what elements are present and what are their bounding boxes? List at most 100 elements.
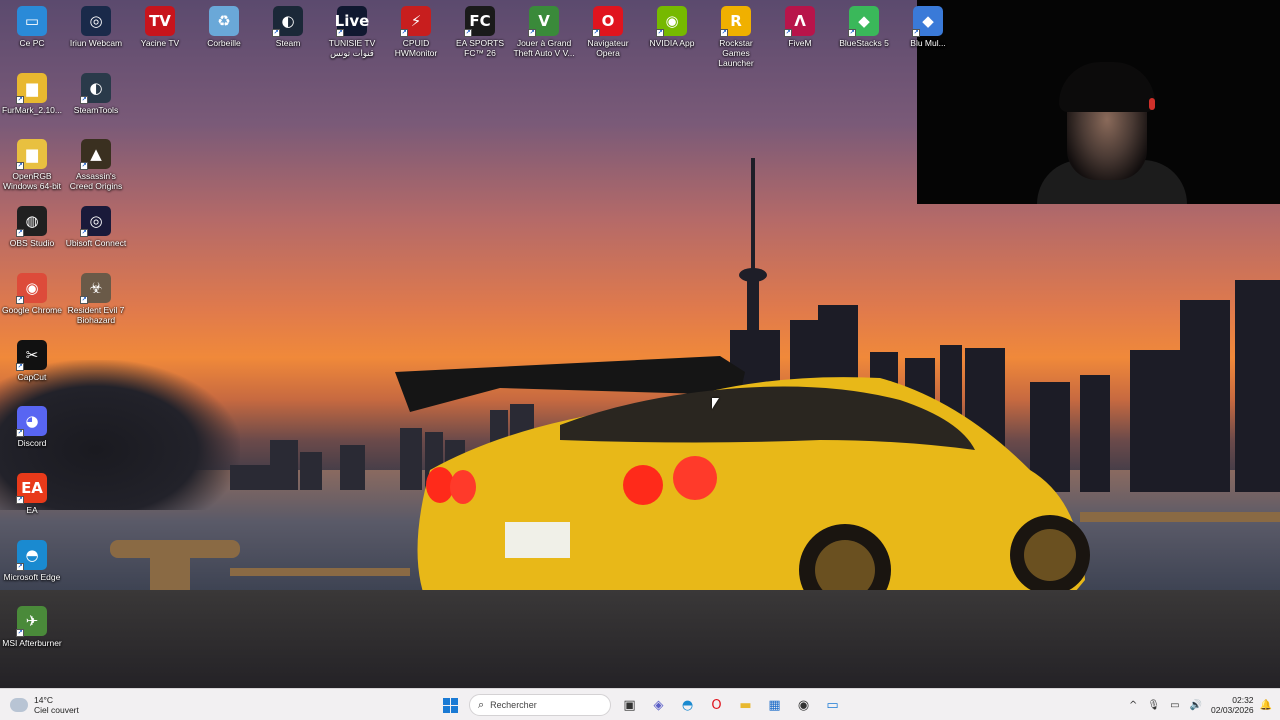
desktop-icon-label: Yacine TV	[140, 38, 180, 48]
shortcut-arrow-icon: ↗	[400, 29, 408, 37]
desktop-icon-corbeille[interactable]: ♻ Corbeille	[193, 2, 255, 48]
shortcut-arrow-icon: ↗	[16, 495, 24, 504]
desktop-icon-iriun-webcam[interactable]: ◎ Iriun Webcam	[65, 2, 127, 48]
desktop-icon-yacine-tv[interactable]: TV Yacine TV	[129, 2, 191, 48]
taskbar-microsoft-store-icon[interactable]: ▦	[762, 692, 788, 718]
desktop-icon-label: Iriun Webcam	[69, 38, 123, 48]
taskbar-search[interactable]: ⌕ Rechercher	[469, 694, 611, 716]
ea-sports-fc-icon: FC ↗	[464, 6, 495, 37]
webcam-overlay	[917, 0, 1280, 204]
msi-afterburner-icon: ✈ ↗	[16, 606, 47, 638]
desktop-icon-tunisie-tv[interactable]: Live ↗ TUNISIE TV قنوات تونس	[321, 2, 383, 58]
desktop-icon-label: Navigateur Opera	[587, 38, 629, 58]
notification-bell-icon[interactable]: 🔔	[1260, 700, 1272, 711]
desktop-icon-label: EA	[26, 504, 38, 515]
desktop-icon-ea[interactable]: EA ↗ EA	[1, 469, 63, 515]
shortcut-arrow-icon: ↗	[656, 29, 664, 37]
start-button[interactable]	[438, 692, 464, 718]
desktop-icon-label: NVIDIA App	[649, 38, 695, 48]
shortcut-arrow-icon: ↗	[16, 362, 24, 371]
corbeille-icon: ♻	[209, 6, 239, 36]
capcut-icon: ✂ ↗	[16, 339, 47, 371]
desktop-icon-ce-pc[interactable]: ▭ Ce PC	[1, 2, 63, 48]
search-placeholder: Rechercher	[490, 700, 537, 710]
shortcut-arrow-icon: ↗	[848, 29, 856, 37]
desktop-icon-google-chrome[interactable]: ◉ ↗ Google Chrome	[1, 269, 63, 315]
desktop-icon-label: Discord	[17, 438, 47, 449]
desktop-icon-label: Microsoft Edge	[3, 571, 61, 582]
shortcut-arrow-icon: ↗	[80, 229, 88, 238]
clock[interactable]: 02:32 02/03/2026	[1211, 695, 1254, 715]
desktop-icon-assassins-creed-origins[interactable]: ▲ ↗ Assassin's Creed Origins	[65, 135, 127, 191]
ubisoft-connect-icon: ◎ ↗	[80, 206, 111, 238]
cloud-icon	[10, 698, 28, 712]
wallpaper-road	[0, 590, 1280, 688]
windows-logo-icon	[443, 697, 458, 713]
desktop-icon-nvidia-app[interactable]: ◉ ↗ NVIDIA App	[641, 2, 703, 48]
shortcut-arrow-icon: ↗	[912, 29, 920, 37]
shortcut-arrow-icon: ↗	[784, 29, 792, 37]
taskbar: 14°C Ciel couvert ⌕ Rechercher ▣ ◈ ◓ O ▬ ▦ ◉ ▭ …	[0, 688, 1280, 720]
shortcut-arrow-icon: ↗	[16, 295, 24, 304]
desktop-icon-label: MSI Afterburner	[2, 638, 62, 649]
desktop-icon-discord[interactable]: ◕ ↗ Discord	[1, 402, 63, 448]
ea-icon: EA ↗	[16, 472, 47, 504]
desktop-icon-opera[interactable]: O ↗ Navigateur Opera	[577, 2, 639, 58]
desktop-icon-msi-afterburner[interactable]: ✈ ↗ MSI Afterburner	[1, 602, 63, 648]
shortcut-arrow-icon: ↗	[80, 95, 88, 104]
steamtools-icon: ◐ ↗	[80, 72, 111, 104]
furmark-icon: ▆ ↗	[16, 72, 47, 104]
taskbar-edge-icon[interactable]: ◓	[675, 692, 701, 718]
network-icon[interactable]: ▭	[1170, 700, 1179, 711]
shortcut-arrow-icon: ↗	[464, 29, 472, 37]
desktop-icon-ubisoft-connect[interactable]: ◎ ↗ Ubisoft Connect	[65, 202, 127, 248]
bluestacks-multi-icon: ◆ ↗	[912, 6, 943, 37]
shortcut-arrow-icon: ↗	[272, 29, 280, 37]
taskbar-chrome-recording-icon[interactable]: ◉	[791, 692, 817, 718]
gta-v-icon: V ↗	[528, 6, 559, 37]
desktop-icon-bluestacks[interactable]: ◆ ↗ BlueStacks 5	[833, 2, 895, 48]
weather-widget[interactable]: 14°C Ciel couvert	[10, 693, 79, 717]
desktop-icon-microsoft-edge[interactable]: ◓ ↗ Microsoft Edge	[1, 536, 63, 582]
desktop-icon-rockstar-launcher[interactable]: R ↗ Rockstar Games Launcher	[705, 2, 767, 68]
taskbar-teams-icon[interactable]: ◈	[646, 692, 672, 718]
fivem-icon: Λ ↗	[784, 6, 815, 37]
desktop-icon-bluestacks-multi[interactable]: ◆ ↗ Blu Mul...	[897, 2, 959, 48]
desktop-icon-label: Ubisoft Connect	[65, 238, 127, 249]
ce-pc-icon: ▭	[17, 6, 47, 36]
taskbar-file-explorer-icon[interactable]: ▬	[733, 692, 759, 718]
desktop-icon-label: FiveM	[788, 38, 812, 48]
shortcut-arrow-icon: ↗	[16, 162, 24, 171]
weather-temp: 14°C	[34, 695, 53, 705]
taskbar-center: ⌕ Rechercher ▣ ◈ ◓ O ▬ ▦ ◉ ▭	[436, 692, 847, 718]
shortcut-arrow-icon: ↗	[80, 295, 88, 304]
shortcut-arrow-icon: ↗	[16, 562, 24, 571]
desktop-icon-capcut[interactable]: ✂ ↗ CapCut	[1, 336, 63, 382]
desktop-icon-fivem[interactable]: Λ ↗ FiveM	[769, 2, 831, 48]
headset-light	[1149, 98, 1155, 110]
clock-date: 02/03/2026	[1211, 705, 1254, 715]
desktop-icon-ea-sports-fc[interactable]: FC ↗ EA SPORTS FC™ 26	[449, 2, 511, 58]
desktop-icon-gta-v[interactable]: V ↗ Jouer à Grand Theft Auto V V...	[513, 2, 575, 58]
volume-icon[interactable]: 🔊	[1190, 700, 1202, 711]
desktop-icon-label: Corbeille	[207, 38, 241, 48]
taskbar-active-window-icon[interactable]: ▭	[820, 692, 846, 718]
bluestacks-icon: ◆ ↗	[848, 6, 879, 37]
desktop-icon-obs-studio[interactable]: ◍ ↗ OBS Studio	[1, 202, 63, 248]
webcam-person-hair	[1059, 62, 1155, 112]
taskbar-opera-icon[interactable]: O	[704, 692, 730, 718]
nvidia-app-icon: ◉ ↗	[656, 6, 687, 37]
desktop-icon-label: TUNISIE TV قنوات تونس	[328, 38, 376, 58]
desktop-icon-resident-evil-7[interactable]: ☣ ↗ Resident Evil 7 Biohazard	[65, 269, 127, 325]
desktop-icon-steamtools[interactable]: ◐ ↗ SteamTools	[65, 69, 127, 115]
taskbar-task-view-icon[interactable]: ▣	[617, 692, 643, 718]
microphone-icon[interactable]: 🎙	[1147, 700, 1160, 711]
desktop-icon-label: Google Chrome	[1, 304, 62, 315]
chevron-up-icon[interactable]: ^	[1129, 700, 1137, 711]
desktop-icon-label: Resident Evil 7 Biohazard	[67, 304, 125, 325]
desktop-icon-cpuid-hwmonitor[interactable]: ⚡ ↗ CPUID HWMonitor	[385, 2, 447, 58]
desktop-icon-furmark[interactable]: ▆ ↗ FurMark_2.10...	[1, 69, 63, 115]
desktop-icon-openrgb[interactable]: ▆ ↗ OpenRGB Windows 64-bit	[1, 135, 63, 191]
steam-icon: ◐ ↗	[272, 6, 303, 37]
desktop-icon-steam[interactable]: ◐ ↗ Steam	[257, 2, 319, 48]
